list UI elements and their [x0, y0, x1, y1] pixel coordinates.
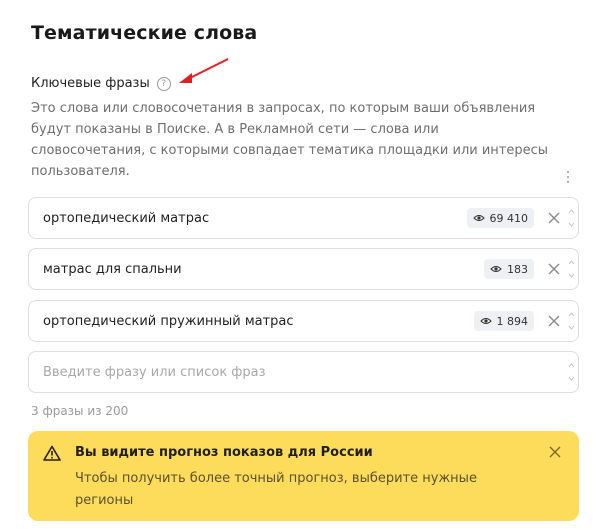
reorder-stepper-icon[interactable]	[568, 361, 575, 383]
close-icon[interactable]	[547, 262, 561, 276]
forecast-notice: Вы видите прогноз показов для России Что…	[28, 431, 579, 521]
impressions-value: 69 410	[489, 211, 529, 225]
warning-icon	[43, 445, 61, 461]
keyphrases-description: Это слова или словосочетания в запросах,…	[31, 101, 549, 179]
phrase-text[interactable]: ортопедический матрас	[43, 211, 209, 226]
eye-icon	[490, 266, 502, 272]
keyphrases-label: Ключевые фразы	[31, 76, 150, 91]
more-options-icon[interactable]	[563, 168, 573, 188]
phrase-field[interactable]: матрас для спальни 183	[28, 248, 579, 290]
impressions-value: 1 894	[496, 314, 529, 328]
phrase-field[interactable]: ортопедический пружинный матрас 1 894	[28, 300, 579, 342]
annotation-arrow-icon	[179, 58, 229, 83]
impressions-value: 183	[507, 262, 528, 276]
new-phrase-placeholder[interactable]: Введите фразу или список фраз	[43, 365, 266, 380]
reorder-stepper-icon[interactable]	[568, 258, 575, 280]
phrase-counter: 3 фразы из 200	[31, 404, 129, 418]
eye-icon	[479, 318, 492, 324]
keyphrases-header: Ключевые фразы ?	[31, 76, 171, 91]
eye-icon	[472, 215, 485, 221]
reorder-stepper-icon[interactable]	[568, 310, 575, 332]
phrase-field[interactable]: ортопедический матрас 69 410	[28, 197, 579, 239]
notice-text: Чтобы получить более точный прогноз, выб…	[75, 471, 477, 508]
phrase-text[interactable]: ортопедический пружинный матрас	[43, 314, 294, 329]
notice-title: Вы видите прогноз показов для России	[75, 445, 373, 460]
impressions-badge[interactable]: 1 894	[473, 311, 534, 331]
reorder-stepper-icon[interactable]	[568, 207, 575, 229]
new-phrase-input[interactable]: Введите фразу или список фраз	[28, 351, 579, 393]
phrase-text[interactable]: матрас для спальни	[43, 262, 182, 277]
close-icon[interactable]	[547, 211, 561, 225]
impressions-badge[interactable]: 183	[484, 259, 534, 279]
close-icon[interactable]	[547, 314, 561, 328]
close-icon[interactable]	[548, 445, 562, 459]
section-title: Тематические слова	[31, 22, 258, 44]
help-icon[interactable]: ?	[156, 76, 171, 91]
impressions-badge[interactable]: 69 410	[466, 208, 534, 228]
